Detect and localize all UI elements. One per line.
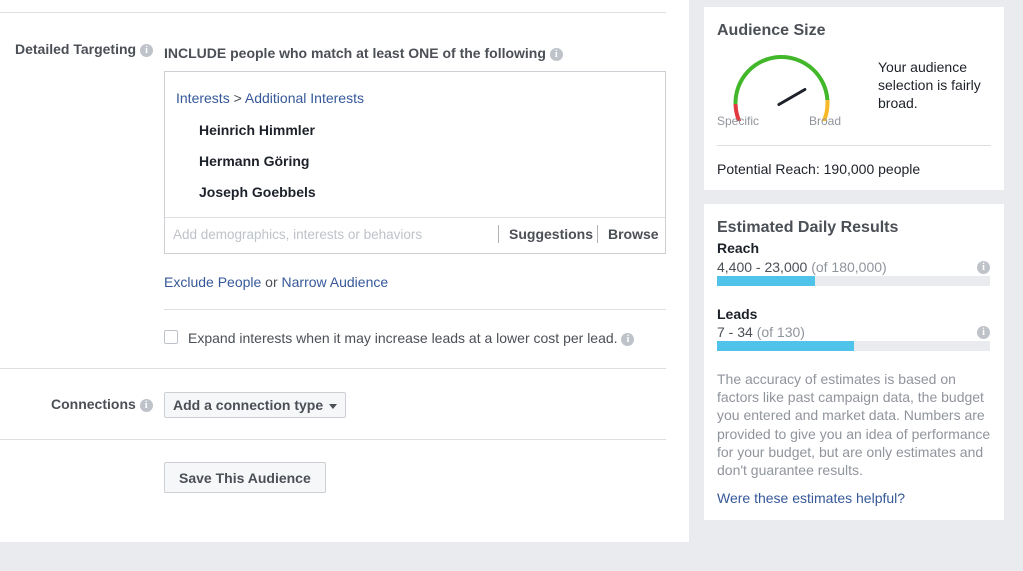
detailed-targeting-label-row: Detailed Targeting i [15,41,153,57]
separator [498,225,499,243]
leads-total: (of 130) [756,324,805,340]
reach-bar [717,276,990,286]
caret-down-icon [329,403,338,409]
or-text: or [261,274,282,290]
divider [164,309,666,310]
exclude-people-link[interactable]: Exclude People [164,274,261,290]
reach-bar-fill [717,276,816,286]
exclude-narrow-row: Exclude People or Narrow Audience [164,274,388,290]
leads-bar [717,341,990,351]
connections-label: Connections [51,396,136,412]
breadcrumb-interests[interactable]: Interests [176,90,230,106]
leads-range: 7 - 34 [717,324,753,340]
audience-size-card: Audience Size Specific Broad Your audien… [704,7,1004,190]
info-icon[interactable]: i [621,332,635,346]
reach-total: (of 180,000) [811,259,887,275]
estimates-disclaimer: The accuracy of estimates is based on fa… [717,371,991,479]
gauge-broad-label: Broad [809,114,842,128]
divider [717,145,991,146]
estimated-results-card: Estimated Daily Results Reach 4,400 - 23… [704,204,1004,520]
info-icon[interactable]: i [139,398,153,412]
potential-reach: Potential Reach: 190,000 people [717,161,921,177]
include-text: INCLUDE people who match at least ONE of… [164,45,546,61]
browse-link[interactable]: Browse [608,226,659,242]
divider [0,368,666,369]
leads-label: Leads [717,306,758,322]
targeting-box: Interests > Additional Interests Heinric… [164,71,666,254]
info-icon[interactable]: i [139,43,153,57]
include-row: INCLUDE people who match at least ONE of… [164,45,563,61]
interest-item[interactable]: Heinrich Himmler [199,122,315,138]
suggestions-link[interactable]: Suggestions [509,226,593,242]
divider [0,439,666,440]
save-audience-button[interactable]: Save This Audience [164,462,326,493]
info-icon[interactable]: i [977,326,990,339]
leads-range-row: 7 - 34 (of 130) [717,324,805,340]
audience-gauge [733,55,830,121]
gauge-specific-label: Specific [717,114,760,128]
reach-range: 4,400 - 23,000 [717,259,808,275]
targeting-box-divider [165,217,665,218]
expand-interests-label: Expand interests when it may increase le… [188,330,618,346]
estimated-results-title: Estimated Daily Results [717,219,899,236]
reach-range-row: 4,400 - 23,000 (of 180,000) [717,259,887,275]
breadcrumb-additional-interests[interactable]: Additional Interests [245,90,364,106]
breadcrumb-separator: > [229,90,245,106]
separator [597,225,598,243]
audience-description: Your audience selection is fairly broad. [878,59,981,111]
audience-size-title: Audience Size [717,22,826,39]
add-connection-type-label: Add a connection type [173,397,324,413]
info-icon[interactable]: i [549,47,563,61]
interest-item[interactable]: Joseph Goebbels [199,184,316,200]
leads-bar-fill [717,341,854,351]
gauge-needle [777,88,807,106]
detailed-targeting-label: Detailed Targeting [15,41,137,57]
info-icon[interactable]: i [977,261,990,274]
estimates-helpful-link[interactable]: Were these estimates helpful? [717,490,905,506]
narrow-audience-link[interactable]: Narrow Audience [282,274,389,290]
expand-interests-checkbox[interactable] [164,330,178,344]
add-connection-type-button[interactable]: Add a connection type [164,392,347,418]
top-divider [0,12,666,13]
expand-interests-row: Expand interests when it may increase le… [188,330,635,346]
gauge-green-arc [733,55,830,104]
breadcrumb: Interests > Additional Interests [176,90,364,106]
reach-label: Reach [717,240,760,256]
interest-item[interactable]: Hermann Göring [199,153,309,169]
connections-label-row: Connections i [51,396,153,412]
targeting-search-input[interactable] [173,227,493,242]
targeting-panel: Detailed Targeting i INCLUDE people who … [0,0,689,542]
